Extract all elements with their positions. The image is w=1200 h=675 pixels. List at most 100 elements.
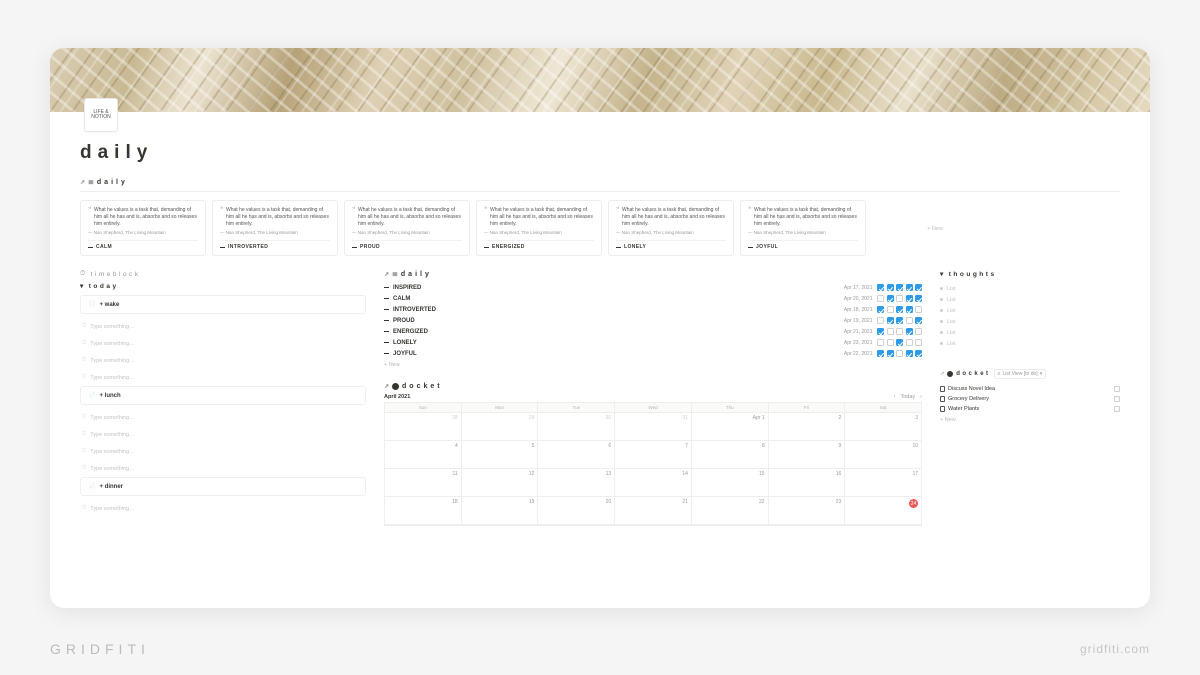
- checkbox[interactable]: [906, 350, 913, 357]
- cal-day[interactable]: 29: [462, 413, 539, 441]
- timeblock-item[interactable]: 📄+ wake: [80, 295, 366, 314]
- mood-card[interactable]: What he values is a task that, demanding…: [608, 200, 734, 256]
- cal-day[interactable]: 30: [538, 413, 615, 441]
- checkbox[interactable]: [877, 350, 884, 357]
- page-title[interactable]: daily: [80, 142, 1120, 164]
- thoughts-header[interactable]: ▾ thoughts: [940, 270, 1120, 278]
- cal-day[interactable]: 23: [769, 497, 846, 525]
- mood-card[interactable]: What he values is a task that, demanding…: [344, 200, 470, 256]
- docket-item[interactable]: Water Plants: [940, 404, 1120, 414]
- checkbox[interactable]: [887, 306, 894, 313]
- checkbox[interactable]: [896, 284, 903, 291]
- checkbox[interactable]: [896, 306, 903, 313]
- checkbox[interactable]: [915, 350, 922, 357]
- workspace-logo[interactable]: LIFE & NOTION: [84, 98, 118, 132]
- cal-day[interactable]: 17: [845, 469, 921, 497]
- timeblock-slot[interactable]: ⏱Type something…: [80, 335, 366, 352]
- daily-row[interactable]: INTROVERTED Apr 18, 2021: [384, 304, 922, 315]
- cal-day[interactable]: 19: [462, 497, 539, 525]
- checkbox[interactable]: [877, 317, 884, 324]
- checkbox[interactable]: [915, 339, 922, 346]
- checkbox[interactable]: [877, 306, 884, 313]
- cal-day[interactable]: 5: [462, 441, 539, 469]
- cal-day[interactable]: 22: [692, 497, 769, 525]
- checkbox[interactable]: [915, 306, 922, 313]
- checkbox[interactable]: [906, 317, 913, 324]
- timeblock-slot[interactable]: ⏱Type something…: [80, 409, 366, 426]
- cal-day[interactable]: 3: [845, 413, 921, 441]
- cal-day[interactable]: 8: [692, 441, 769, 469]
- timeblock-header[interactable]: ⏱ timeblock: [80, 270, 366, 278]
- checkbox[interactable]: [887, 317, 894, 324]
- timeblock-slot[interactable]: ⏱Type something…: [80, 426, 366, 443]
- mood-card[interactable]: What he values is a task that, demanding…: [476, 200, 602, 256]
- daily-row[interactable]: PROUD Apr 19, 2021: [384, 315, 922, 326]
- cal-day[interactable]: Apr 1: [692, 413, 769, 441]
- docket-cal-header[interactable]: ↗ docket: [384, 383, 922, 390]
- checkbox[interactable]: [915, 317, 922, 324]
- checkbox[interactable]: [1114, 386, 1120, 392]
- checkbox[interactable]: [915, 295, 922, 302]
- checkbox[interactable]: [896, 339, 903, 346]
- docket-item[interactable]: Grocery Delivery: [940, 394, 1120, 404]
- daily-new[interactable]: + New: [384, 359, 922, 371]
- cal-day[interactable]: 6: [538, 441, 615, 469]
- new-card[interactable]: + New: [872, 200, 998, 256]
- checkbox[interactable]: [1114, 396, 1120, 402]
- cal-day[interactable]: 16: [769, 469, 846, 497]
- cal-day[interactable]: 9: [769, 441, 846, 469]
- checkbox[interactable]: [877, 284, 884, 291]
- docket-list-header[interactable]: ↗ docket ≡List View [to do]▾: [940, 369, 1120, 379]
- view-selector[interactable]: ≡List View [to do]▾: [994, 369, 1047, 379]
- cal-day[interactable]: 31: [615, 413, 692, 441]
- checkbox[interactable]: [906, 306, 913, 313]
- checkbox[interactable]: [877, 339, 884, 346]
- cal-day[interactable]: 18: [385, 497, 462, 525]
- checkbox[interactable]: [915, 284, 922, 291]
- daily-row[interactable]: LONELY Apr 23, 2021: [384, 337, 922, 348]
- thought-item[interactable]: List: [940, 305, 1120, 316]
- thought-item[interactable]: List: [940, 327, 1120, 338]
- checkbox[interactable]: [906, 328, 913, 335]
- cal-day[interactable]: 13: [538, 469, 615, 497]
- cal-day[interactable]: 28: [385, 413, 462, 441]
- cal-day[interactable]: 2: [769, 413, 846, 441]
- checkbox[interactable]: [906, 284, 913, 291]
- checkbox[interactable]: [896, 350, 903, 357]
- daily-row[interactable]: INSPIRED Apr 17, 2021: [384, 282, 922, 293]
- checkbox[interactable]: [896, 295, 903, 302]
- daily-row[interactable]: JOYFUL Apr 22, 2021: [384, 348, 922, 359]
- cal-day[interactable]: 7: [615, 441, 692, 469]
- daily-row[interactable]: CALM Apr 20, 2021: [384, 293, 922, 304]
- mood-card[interactable]: What he values is a task that, demanding…: [740, 200, 866, 256]
- daily-row[interactable]: ENERGIZED Apr 21, 2021: [384, 326, 922, 337]
- checkbox[interactable]: [887, 339, 894, 346]
- thought-item[interactable]: List: [940, 294, 1120, 305]
- cal-day[interactable]: 20: [538, 497, 615, 525]
- cal-day[interactable]: 11: [385, 469, 462, 497]
- thought-item[interactable]: List: [940, 338, 1120, 349]
- cal-day[interactable]: 14: [615, 469, 692, 497]
- checkbox[interactable]: [877, 295, 884, 302]
- checkbox[interactable]: [896, 328, 903, 335]
- gallery-header[interactable]: ↗ ≣ daily: [80, 178, 1120, 186]
- checkbox[interactable]: [896, 317, 903, 324]
- cal-prev[interactable]: ‹: [894, 394, 896, 400]
- cal-day[interactable]: 24: [845, 497, 921, 525]
- checkbox[interactable]: [906, 295, 913, 302]
- docket-item[interactable]: Discuss Novel Idea: [940, 384, 1120, 394]
- mood-card[interactable]: What he values is a task that, demanding…: [80, 200, 206, 256]
- thought-item[interactable]: List: [940, 283, 1120, 294]
- thought-item[interactable]: List: [940, 316, 1120, 327]
- timeblock-slot[interactable]: ⏱Type something…: [80, 318, 366, 335]
- timeblock-item[interactable]: 📄+ lunch: [80, 386, 366, 405]
- today-toggle[interactable]: ▾ today: [80, 282, 366, 290]
- checkbox[interactable]: [887, 350, 894, 357]
- calendar-month[interactable]: April 2021: [384, 394, 410, 400]
- checkbox[interactable]: [1114, 406, 1120, 412]
- timeblock-slot[interactable]: ⏱Type something…: [80, 500, 366, 517]
- cal-today[interactable]: Today: [900, 394, 915, 400]
- cal-day[interactable]: 21: [615, 497, 692, 525]
- cal-next[interactable]: ›: [920, 394, 922, 400]
- mood-card[interactable]: What he values is a task that, demanding…: [212, 200, 338, 256]
